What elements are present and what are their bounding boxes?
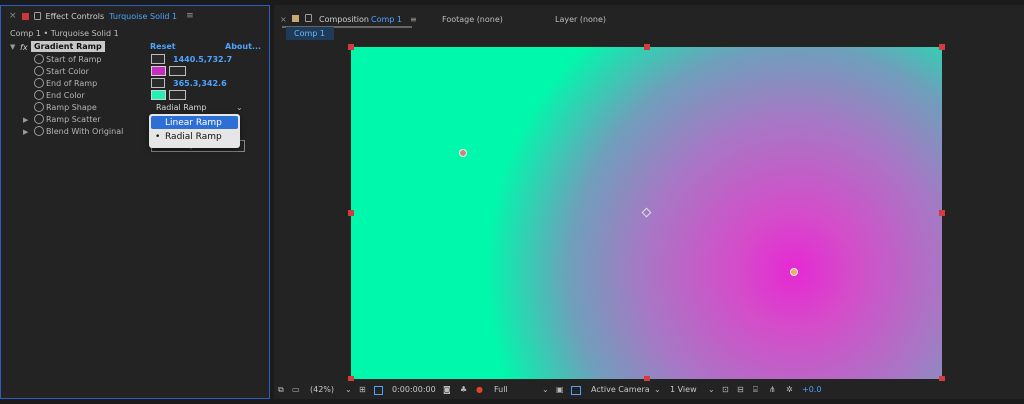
flowchart-icon[interactable]: ⋔ bbox=[769, 385, 776, 394]
monitor-icon[interactable]: ▭ bbox=[292, 385, 300, 394]
stopwatch-icon[interactable] bbox=[34, 126, 44, 136]
resolution-select[interactable]: Full bbox=[494, 385, 508, 394]
viewer-toolbar: ⧉ ▭ (42%) ⌄ ⊞ 0:00:00:00 ◙ ♣ ● Full ⌄ ▣ … bbox=[274, 381, 1024, 399]
comp-breadcrumb-tab[interactable]: Comp 1 bbox=[286, 27, 334, 40]
chevron-down-icon[interactable]: ⌄ bbox=[236, 103, 243, 112]
prop-label: End Color bbox=[46, 90, 85, 100]
footage-tab[interactable]: Footage (none) bbox=[442, 15, 503, 24]
effect-controls-panel: × Effect Controls Turquoise Solid 1 ≡ Co… bbox=[0, 5, 270, 399]
exposure-value[interactable]: +0.0 bbox=[802, 385, 821, 394]
layer-handle[interactable] bbox=[939, 44, 945, 50]
layer-handle[interactable] bbox=[939, 210, 945, 216]
toggle-pixel-aspect-icon[interactable]: ⊡ bbox=[722, 385, 729, 394]
chevron-down-icon[interactable]: ⌄ bbox=[708, 385, 715, 394]
always-preview-icon[interactable]: ⧉ bbox=[278, 385, 284, 395]
end-of-ramp-point-icon[interactable] bbox=[459, 149, 467, 157]
end-of-ramp-value[interactable]: 365.3,342.6 bbox=[173, 79, 227, 88]
start-of-ramp-point-icon[interactable] bbox=[790, 268, 798, 276]
reset-link[interactable]: Reset bbox=[150, 42, 176, 51]
snapshot-icon[interactable]: ◙ bbox=[443, 385, 451, 394]
stopwatch-icon[interactable] bbox=[34, 114, 44, 124]
prop-label: End of Ramp bbox=[46, 78, 98, 88]
chevron-down-icon[interactable]: ⌄ bbox=[654, 385, 661, 394]
prop-row-end-of-ramp: End of Ramp 365.3,342.6 bbox=[1, 77, 269, 89]
eyedropper-icon[interactable] bbox=[169, 90, 186, 100]
about-link[interactable]: About... bbox=[225, 42, 261, 51]
effect-name[interactable]: Gradient Ramp bbox=[31, 41, 105, 52]
prop-row-start-of-ramp: Start of Ramp 1440.5,732.7 bbox=[1, 53, 269, 65]
point-target-icon[interactable] bbox=[151, 54, 165, 64]
expand-triangle-icon[interactable]: ▶ bbox=[23, 128, 28, 136]
grid-icon[interactable]: ⊞ bbox=[359, 385, 366, 394]
option-radial-ramp[interactable]: • Radial Ramp bbox=[151, 130, 238, 143]
timecode[interactable]: 0:00:00:00 bbox=[392, 385, 436, 394]
close-panel-icon[interactable]: × bbox=[9, 11, 17, 21]
mask-visibility-icon[interactable] bbox=[374, 386, 383, 395]
transparency-grid-icon[interactable] bbox=[571, 386, 581, 395]
layer-handle[interactable] bbox=[348, 210, 354, 216]
prop-label: Ramp Scatter bbox=[46, 114, 101, 124]
comp-color-icon bbox=[292, 15, 299, 22]
views-select[interactable]: 1 View bbox=[670, 385, 697, 394]
prop-row-start-color: Start Color bbox=[1, 65, 269, 77]
ramp-shape-dropdown: Linear Ramp • Radial Ramp bbox=[149, 114, 240, 148]
zoom-select[interactable]: (42%) bbox=[310, 385, 334, 394]
start-color-swatch[interactable] bbox=[151, 66, 166, 76]
start-of-ramp-value[interactable]: 1440.5,732.7 bbox=[173, 55, 232, 64]
layer-color-icon bbox=[21, 12, 29, 20]
channel-icon[interactable]: ● bbox=[476, 385, 483, 394]
effect-header-row: ▼ fx Gradient Ramp Reset About... bbox=[1, 41, 269, 53]
prop-row-ramp-shape: Ramp Shape Radial Ramp ⌄ bbox=[1, 101, 269, 113]
end-color-swatch[interactable] bbox=[151, 90, 166, 100]
fast-previews-icon[interactable]: ⊟ bbox=[737, 385, 744, 394]
exposure-reset-icon[interactable]: ✲ bbox=[786, 385, 793, 394]
prop-label: Start of Ramp bbox=[46, 54, 102, 64]
layer-handle[interactable] bbox=[644, 44, 650, 50]
comp-tab-title[interactable]: Composition bbox=[319, 15, 369, 24]
stopwatch-icon[interactable] bbox=[34, 78, 44, 88]
selected-bullet-icon: • bbox=[155, 131, 161, 142]
show-snapshot-icon[interactable]: ♣ bbox=[460, 385, 467, 394]
lock-icon[interactable] bbox=[305, 14, 312, 22]
stopwatch-icon[interactable] bbox=[34, 102, 44, 112]
lock-icon[interactable] bbox=[33, 12, 41, 20]
chevron-down-icon[interactable]: ⌄ bbox=[345, 385, 352, 394]
fx-icon[interactable]: fx bbox=[20, 43, 28, 52]
stopwatch-icon[interactable] bbox=[34, 54, 44, 64]
stopwatch-icon[interactable] bbox=[34, 66, 44, 76]
option-label: Radial Ramp bbox=[165, 131, 222, 142]
prop-label: Blend With Original bbox=[46, 126, 124, 136]
prop-label: Ramp Shape bbox=[46, 102, 97, 112]
collapse-triangle-icon[interactable]: ▼ bbox=[10, 43, 15, 51]
comp-name[interactable]: Comp 1 bbox=[371, 15, 402, 24]
prop-label: Start Color bbox=[46, 66, 89, 76]
ramp-shape-select[interactable]: Radial Ramp bbox=[156, 103, 206, 112]
breadcrumb: Comp 1 • Turquoise Solid 1 bbox=[10, 29, 119, 38]
option-linear-ramp[interactable]: Linear Ramp bbox=[151, 116, 238, 129]
layer-name[interactable]: Turquoise Solid 1 bbox=[109, 12, 177, 21]
region-of-interest-icon[interactable]: ▣ bbox=[556, 385, 564, 394]
expand-triangle-icon[interactable]: ▶ bbox=[23, 116, 28, 124]
layer-tab[interactable]: Layer (none) bbox=[555, 15, 606, 24]
prop-row-end-color: End Color bbox=[1, 89, 269, 101]
layer-handle[interactable] bbox=[348, 44, 354, 50]
timeline-icon[interactable]: ⌸ bbox=[753, 385, 758, 395]
camera-select[interactable]: Active Camera bbox=[591, 385, 650, 394]
effect-controls-tab[interactable]: × Effect Controls Turquoise Solid 1 ≡ bbox=[1, 6, 269, 26]
eyedropper-icon[interactable] bbox=[169, 66, 186, 76]
panel-menu-icon[interactable]: ≡ bbox=[186, 11, 194, 21]
stopwatch-icon[interactable] bbox=[34, 90, 44, 100]
panel-menu-icon[interactable]: ≡ bbox=[410, 15, 417, 24]
close-panel-icon[interactable]: × bbox=[280, 15, 287, 24]
chevron-down-icon[interactable]: ⌄ bbox=[542, 385, 549, 394]
panel-title: Effect Controls bbox=[45, 11, 105, 21]
point-target-icon[interactable] bbox=[151, 78, 165, 88]
